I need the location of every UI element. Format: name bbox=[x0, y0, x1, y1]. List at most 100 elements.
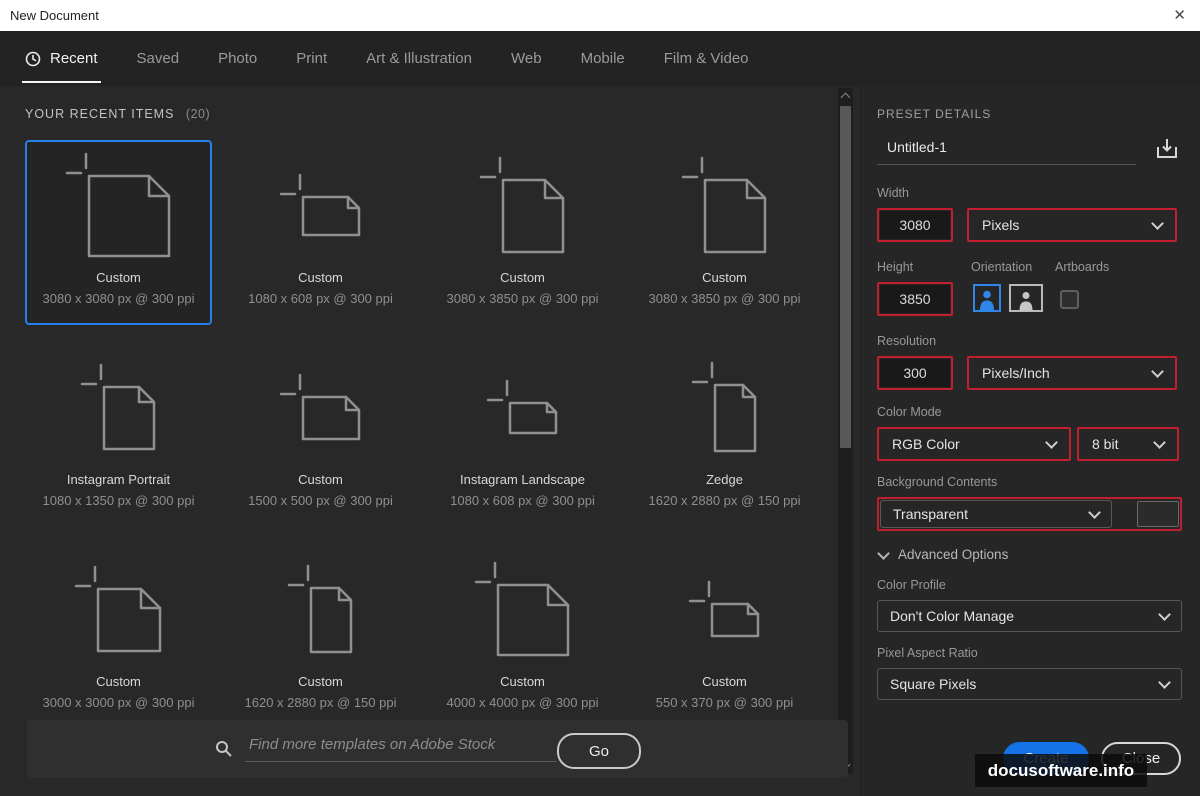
pixel-aspect-ratio-dropdown[interactable]: Square Pixels bbox=[877, 668, 1182, 700]
template-size: 3080 x 3850 px @ 300 ppi bbox=[648, 291, 801, 306]
document-icon bbox=[78, 344, 160, 472]
chevron-down-icon bbox=[877, 546, 890, 560]
resolution-label: Resolution bbox=[877, 334, 937, 348]
template-item[interactable]: Custom 1620 x 2880 px @ 150 ppi bbox=[227, 544, 414, 729]
document-icon bbox=[72, 546, 166, 674]
width-unit-value: Pixels bbox=[982, 217, 1020, 233]
template-item[interactable]: Custom 1500 x 500 px @ 300 ppi bbox=[227, 342, 414, 527]
width-unit-dropdown[interactable]: Pixels bbox=[970, 211, 1174, 239]
height-input[interactable] bbox=[880, 285, 950, 313]
orientation-portrait-button[interactable] bbox=[973, 283, 1001, 315]
bit-depth-highlight: 8 bit bbox=[1077, 427, 1179, 461]
document-icon bbox=[285, 546, 357, 674]
background-contents-value: Transparent bbox=[893, 506, 968, 522]
recent-items-count: (20) bbox=[185, 107, 211, 121]
color-profile-dropdown[interactable]: Don't Color Manage bbox=[877, 600, 1182, 632]
template-name: Custom bbox=[298, 472, 343, 487]
height-label: Height bbox=[877, 260, 914, 274]
orientation-label: Orientation bbox=[971, 260, 1033, 274]
template-item[interactable]: Zedge 1620 x 2880 px @ 150 ppi bbox=[631, 342, 818, 527]
save-preset-button[interactable] bbox=[1152, 135, 1182, 166]
template-item[interactable]: Custom 1080 x 608 px @ 300 ppi bbox=[227, 140, 414, 325]
advanced-options-label: Advanced Options bbox=[898, 547, 1009, 562]
adobe-stock-searchbar: Go bbox=[27, 720, 848, 778]
scroll-up-icon[interactable] bbox=[840, 92, 851, 103]
tab-web[interactable]: Web bbox=[511, 31, 542, 86]
color-profile-value: Don't Color Manage bbox=[890, 608, 1015, 624]
background-color-swatch[interactable] bbox=[1137, 501, 1179, 527]
template-item[interactable]: Custom 3080 x 3080 px @ 300 ppi bbox=[25, 140, 212, 325]
go-button[interactable]: Go bbox=[557, 733, 641, 769]
artboards-label: Artboards bbox=[1055, 260, 1110, 274]
tab-mobile[interactable]: Mobile bbox=[581, 31, 625, 86]
category-tabbar: Recent Saved Photo Print Art & Illustration W… bbox=[0, 31, 1200, 86]
template-item[interactable]: Custom 3080 x 3850 px @ 300 ppi bbox=[429, 140, 616, 325]
chevron-down-icon bbox=[1151, 217, 1164, 230]
document-icon bbox=[63, 142, 175, 270]
template-size: 3000 x 3000 px @ 300 ppi bbox=[42, 695, 195, 710]
search-icon bbox=[215, 740, 232, 762]
color-mode-label: Color Mode bbox=[877, 405, 942, 419]
tab-label: Saved bbox=[136, 50, 180, 67]
template-item[interactable]: Custom 3080 x 3850 px @ 300 ppi bbox=[631, 140, 818, 325]
template-name: Custom bbox=[96, 270, 141, 285]
height-highlight bbox=[877, 282, 953, 316]
chevron-down-icon bbox=[1151, 365, 1164, 378]
tab-label: Web bbox=[511, 50, 542, 67]
search-input[interactable] bbox=[245, 736, 557, 762]
tab-label: Film & Video bbox=[663, 50, 749, 67]
template-item[interactable]: Instagram Landscape 1080 x 608 px @ 300 p… bbox=[429, 342, 616, 527]
tab-art-illustration[interactable]: Art & Illustration bbox=[366, 31, 472, 86]
chevron-down-icon bbox=[1153, 436, 1166, 449]
template-size: 1080 x 608 px @ 300 ppi bbox=[248, 291, 393, 306]
bit-depth-value: 8 bit bbox=[1092, 436, 1119, 452]
template-size: 1620 x 2880 px @ 150 ppi bbox=[244, 695, 397, 710]
background-highlight: Transparent bbox=[877, 497, 1182, 531]
resolution-highlight bbox=[877, 356, 953, 390]
tab-photo[interactable]: Photo bbox=[218, 31, 257, 86]
resolution-unit-dropdown[interactable]: Pixels/Inch bbox=[970, 359, 1174, 387]
color-mode-dropdown[interactable]: RGB Color bbox=[880, 430, 1068, 458]
template-size: 3080 x 3850 px @ 300 ppi bbox=[446, 291, 599, 306]
resolution-input[interactable] bbox=[880, 359, 950, 387]
chevron-down-icon bbox=[1045, 436, 1058, 449]
tab-saved[interactable]: Saved bbox=[137, 31, 180, 86]
width-input[interactable] bbox=[880, 211, 950, 239]
template-item[interactable]: Custom 3000 x 3000 px @ 300 ppi bbox=[25, 544, 212, 729]
recent-panel: YOUR RECENT ITEMS (20) Custom 3080 x 3080… bbox=[0, 86, 860, 796]
template-item[interactable]: Custom 4000 x 4000 px @ 300 ppi bbox=[429, 544, 616, 729]
tab-label: Print bbox=[296, 50, 328, 67]
template-size: 1080 x 608 px @ 300 ppi bbox=[450, 493, 595, 508]
template-size: 3080 x 3080 px @ 300 ppi bbox=[42, 291, 195, 306]
pixel-aspect-ratio-value: Square Pixels bbox=[890, 676, 977, 692]
template-item[interactable]: Custom 550 x 370 px @ 300 ppi bbox=[631, 544, 818, 729]
scrollbar[interactable] bbox=[838, 88, 853, 774]
dialog-body: YOUR RECENT ITEMS (20) Custom 3080 x 3080… bbox=[0, 86, 1200, 796]
scrollbar-thumb[interactable] bbox=[840, 106, 851, 448]
tab-recent[interactable]: Recent bbox=[22, 31, 101, 86]
advanced-options-toggle[interactable]: Advanced Options bbox=[877, 546, 1182, 562]
color-mode-value: RGB Color bbox=[892, 436, 960, 452]
tab-print[interactable]: Print bbox=[296, 31, 327, 86]
tab-film-video[interactable]: Film & Video bbox=[664, 31, 749, 86]
bit-depth-dropdown[interactable]: 8 bit bbox=[1080, 430, 1176, 458]
template-name: Instagram Portrait bbox=[66, 472, 171, 487]
resolution-unit-highlight: Pixels/Inch bbox=[967, 356, 1177, 390]
background-contents-dropdown[interactable]: Transparent bbox=[880, 500, 1112, 528]
template-name: Custom bbox=[298, 270, 343, 285]
document-name-input[interactable] bbox=[877, 135, 1136, 165]
color-mode-highlight: RGB Color bbox=[877, 427, 1071, 461]
template-name: Custom bbox=[298, 674, 343, 689]
template-name: Custom bbox=[702, 674, 747, 689]
template-size: 4000 x 4000 px @ 300 ppi bbox=[446, 695, 599, 710]
document-icon bbox=[484, 344, 562, 472]
orientation-landscape-button[interactable] bbox=[1009, 283, 1043, 315]
tab-label: Recent bbox=[50, 50, 98, 67]
artboards-checkbox[interactable] bbox=[1060, 289, 1079, 309]
template-name: Custom bbox=[96, 674, 141, 689]
template-name: Custom bbox=[702, 270, 747, 285]
template-item[interactable]: Instagram Portrait 1080 x 1350 px @ 300 p… bbox=[25, 342, 212, 527]
close-icon[interactable]: ✕ bbox=[1173, 8, 1186, 23]
width-unit-highlight: Pixels bbox=[967, 208, 1177, 242]
recent-items-title: YOUR RECENT ITEMS bbox=[25, 107, 175, 121]
